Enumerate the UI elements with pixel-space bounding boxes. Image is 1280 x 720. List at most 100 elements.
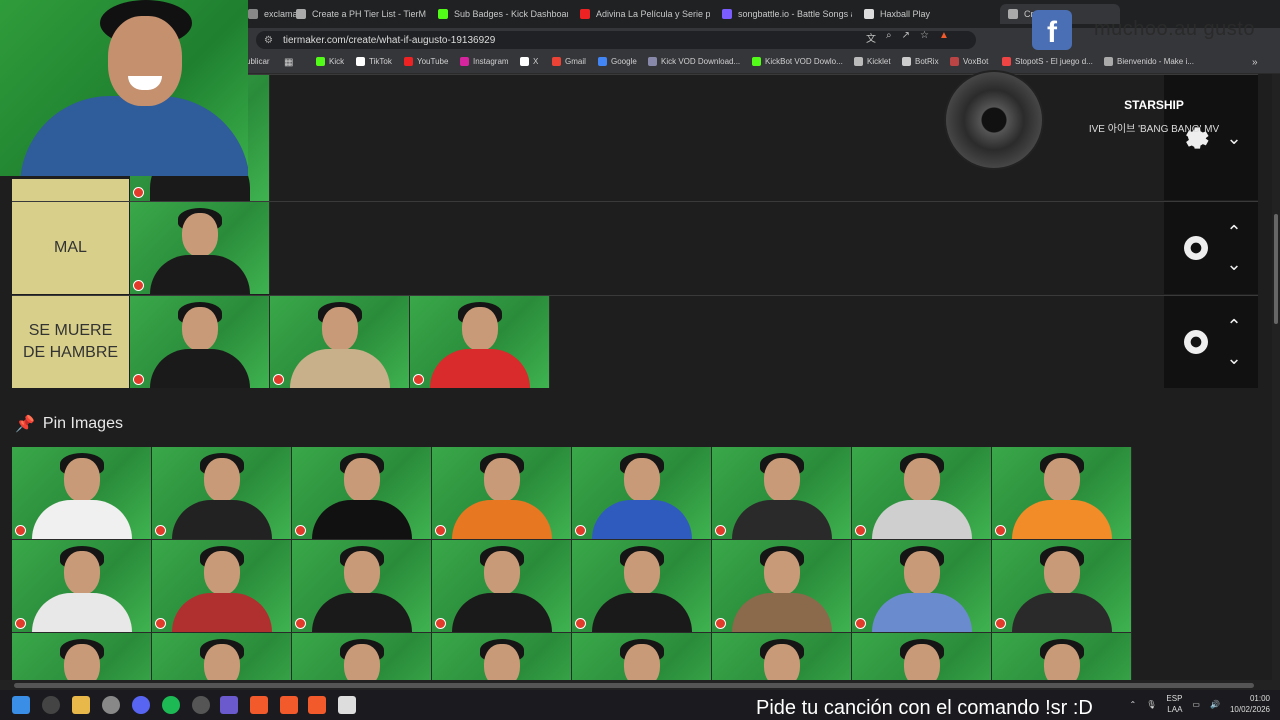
tier-image[interactable] [130, 202, 270, 294]
tab-kick-dashboard[interactable]: Sub Badges - Kick Dashboard [438, 4, 568, 24]
system-tray: ⌃ 🎙 ESP LAA ▭ 🔊 01:00 10/02/2026 [1130, 693, 1270, 715]
bookmark-tiktok[interactable]: TikTok [356, 57, 392, 66]
pin-image[interactable] [152, 447, 292, 540]
chevron-up-icon[interactable]: ⌃ [1226, 223, 1241, 241]
bookmark-google[interactable]: Google [598, 57, 637, 66]
obs-icon[interactable] [192, 696, 210, 714]
translate-icon[interactable]: 文 [866, 30, 876, 45]
zoom-icon[interactable]: ⌕ [886, 30, 892, 45]
tier-image[interactable] [410, 296, 550, 388]
pin-image[interactable] [432, 540, 572, 633]
tier-images [130, 202, 270, 294]
bookmark-kick-vod[interactable]: Kick VOD Download... [648, 57, 740, 66]
bookmark-publicar[interactable]: ublicar [246, 57, 270, 66]
bookmark-botrix[interactable]: BotRix [902, 57, 939, 66]
horizontal-scrollbar[interactable] [0, 680, 1280, 690]
record-badge-icon [995, 525, 1006, 536]
bookmark-youtube[interactable]: YouTube [404, 57, 448, 66]
pin-image[interactable] [992, 633, 1132, 680]
tier-label-partial[interactable] [12, 179, 129, 201]
pin-image[interactable] [572, 447, 712, 540]
chevron-down-icon[interactable]: ⌄ [1226, 349, 1241, 367]
vertical-scrollbar[interactable] [1272, 74, 1280, 680]
brave-shield-icon[interactable]: ▲ [939, 30, 949, 45]
spotify-icon[interactable] [162, 696, 180, 714]
pin-image[interactable] [432, 447, 572, 540]
bookmark-kicklet[interactable]: Kicklet [854, 57, 891, 66]
tier-image[interactable] [130, 296, 270, 388]
bookmark-stopots[interactable]: StopotS - El juego d... [1002, 57, 1093, 66]
bookmark-voxbot[interactable]: VoxBot [950, 57, 988, 66]
pin-image[interactable] [292, 540, 432, 633]
pin-image[interactable] [572, 633, 712, 680]
chevron-down-icon[interactable]: ⌄ [1226, 255, 1241, 273]
windows-start-icon[interactable] [12, 696, 30, 714]
record-badge-icon [855, 525, 866, 536]
pin-image[interactable] [152, 633, 292, 680]
chevron-up-icon[interactable]: ⌃ [1226, 317, 1241, 335]
pin-image[interactable] [572, 540, 712, 633]
pin-image[interactable] [712, 447, 852, 540]
clock[interactable]: 01:00 10/02/2026 [1230, 693, 1270, 715]
pin-image[interactable] [852, 540, 992, 633]
tray-chevron-icon[interactable]: ⌃ [1130, 700, 1137, 709]
record-badge-icon [133, 280, 144, 291]
tier-controls: ⌃ ⌄ [1164, 296, 1258, 388]
tab-haxball[interactable]: Haxball Play [864, 4, 984, 24]
search-icon[interactable] [42, 696, 60, 714]
tab-favicon-icon [296, 9, 306, 19]
tier-row-mal: MAL ⌃ ⌄ [12, 201, 1258, 294]
bookmark-kick[interactable]: Kick [316, 57, 344, 66]
tab-adivina[interactable]: Adivina La Película y Serie por [580, 4, 710, 24]
gear-icon[interactable] [1180, 232, 1212, 264]
apps-grid-icon[interactable]: ▦ [284, 57, 293, 68]
brave-browser-icon[interactable] [280, 696, 298, 714]
now-playing-overlay: STARSHIP IVE 아이브 'BANG BANG' MV [944, 70, 1219, 170]
bookmark-x[interactable]: X [520, 57, 538, 66]
tab-songbattle[interactable]: songbattle.io - Battle Songs ag [722, 4, 852, 24]
microphone-icon[interactable]: 🎙 [1146, 700, 1156, 709]
file-explorer-icon[interactable] [72, 696, 90, 714]
tier-label[interactable]: SE MUERE DE HAMBRE [12, 296, 129, 388]
tier-label[interactable]: MAL [12, 202, 129, 294]
tab-tiermaker[interactable]: Create a PH Tier List - TierMak [296, 4, 426, 24]
record-badge-icon [413, 374, 424, 385]
pin-image[interactable] [712, 540, 852, 633]
bookmark-star-icon[interactable]: ☆ [920, 30, 929, 45]
share-icon[interactable]: ↗ [902, 30, 910, 45]
bookmarks-overflow-icon[interactable]: » [1252, 57, 1258, 68]
tier-image[interactable] [270, 296, 410, 388]
youtube-icon [580, 9, 590, 19]
pin-image[interactable] [12, 633, 152, 680]
bookmark-kickbot[interactable]: KickBot VOD Dowlo... [752, 57, 843, 66]
discord-icon[interactable] [132, 696, 150, 714]
bookmark-instagram[interactable]: Instagram [460, 57, 509, 66]
record-badge-icon [273, 374, 284, 385]
x-icon [520, 57, 529, 66]
pin-image[interactable] [992, 447, 1132, 540]
pin-image[interactable] [432, 633, 572, 680]
pin-image[interactable] [712, 633, 852, 680]
volume-icon[interactable]: 🔊 [1210, 700, 1220, 709]
pin-image[interactable] [992, 540, 1132, 633]
app-icon[interactable] [102, 696, 120, 714]
pin-image[interactable] [12, 447, 152, 540]
pin-image[interactable] [12, 540, 152, 633]
bookmark-gmail[interactable]: Gmail [552, 57, 586, 66]
brave-browser-icon[interactable] [308, 696, 326, 714]
pin-image[interactable] [292, 633, 432, 680]
pin-image[interactable] [852, 633, 992, 680]
gear-icon[interactable] [1180, 326, 1212, 358]
record-badge-icon [995, 618, 1006, 629]
language-indicator[interactable]: ESP LAA [1166, 693, 1182, 715]
tier-controls: ⌃ ⌄ [1164, 202, 1258, 294]
pin-image[interactable] [152, 540, 292, 633]
pin-image[interactable] [852, 447, 992, 540]
brave-browser-icon[interactable] [250, 696, 268, 714]
app-icon[interactable] [220, 696, 238, 714]
pin-image[interactable] [292, 447, 432, 540]
notepad-icon[interactable] [338, 696, 356, 714]
network-icon[interactable]: ▭ [1192, 700, 1200, 709]
bookmark-bienvenido[interactable]: Bienvenido - Make i... [1104, 57, 1194, 66]
site-info-icon[interactable]: ⚙ [264, 35, 273, 46]
